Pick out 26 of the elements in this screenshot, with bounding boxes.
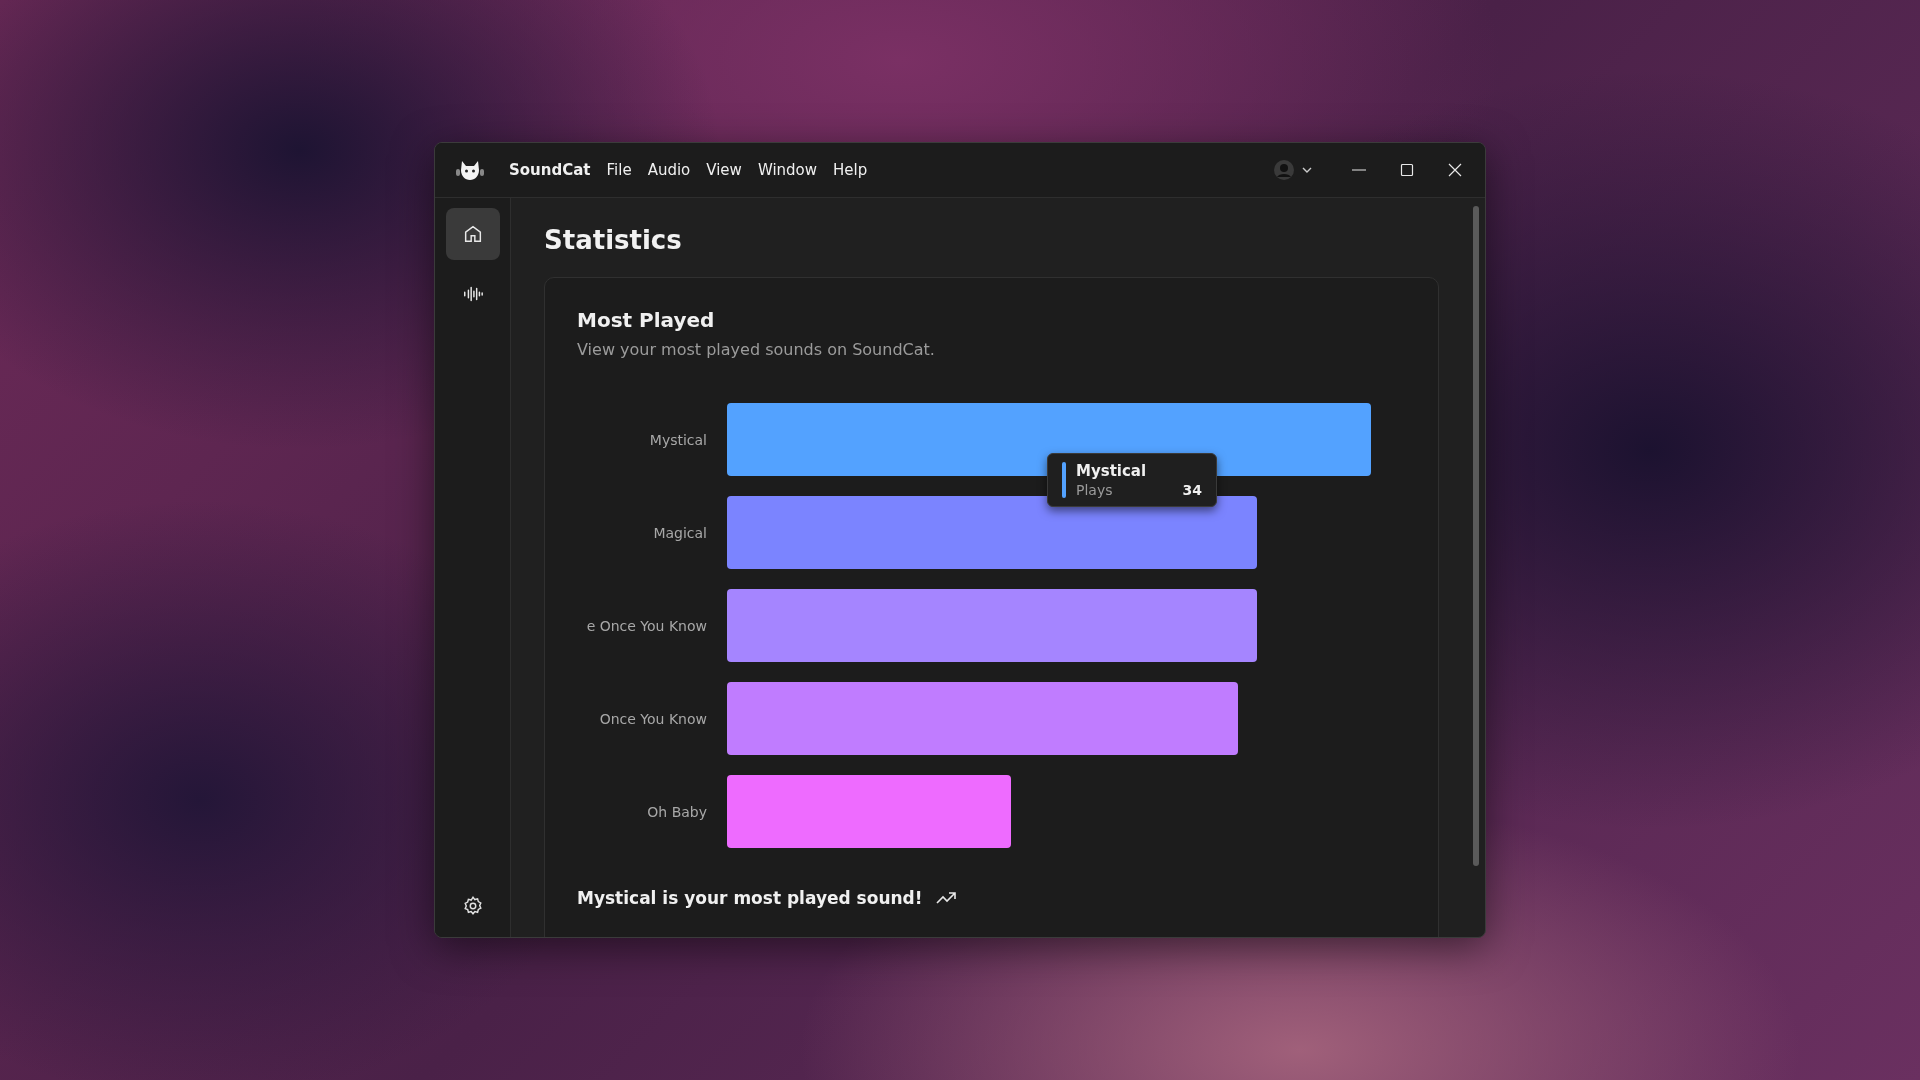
menu-item[interactable]: Help bbox=[825, 157, 876, 183]
page-title: Statistics bbox=[544, 225, 683, 255]
sidebar-item[interactable] bbox=[445, 208, 500, 260]
bar-label: Magical bbox=[653, 524, 707, 541]
trending-up-icon bbox=[934, 890, 957, 906]
tooltip-label: Plays bbox=[1076, 482, 1113, 498]
settings-icon[interactable] bbox=[461, 895, 484, 917]
maximize-icon bbox=[1399, 162, 1415, 178]
bar-label: Once You Know bbox=[599, 710, 707, 727]
menu-item[interactable]: View bbox=[698, 157, 750, 183]
app-name: SoundCat bbox=[508, 160, 592, 181]
card-subtitle: View your most played sounds on SoundCat. bbox=[577, 340, 936, 359]
menu-item[interactable]: Audio bbox=[639, 157, 699, 183]
card-title: Most Played bbox=[577, 308, 716, 332]
bar-label: Mystical bbox=[649, 431, 707, 448]
summary-text: Mystical is your most played sound! bbox=[577, 888, 923, 908]
menu-item[interactable]: Window bbox=[749, 157, 826, 183]
scrollbar[interactable] bbox=[1473, 206, 1479, 866]
bar-label: e Once You Know bbox=[586, 617, 707, 634]
bar-label: Oh Baby bbox=[647, 803, 707, 820]
tooltip-value: 34 bbox=[1182, 482, 1202, 498]
bar[interactable] bbox=[727, 496, 1257, 569]
close-icon bbox=[1447, 162, 1463, 178]
menu-item[interactable]: File bbox=[598, 157, 640, 183]
tooltip-title: Mystical bbox=[1076, 462, 1148, 480]
minimize-icon bbox=[1352, 169, 1366, 171]
